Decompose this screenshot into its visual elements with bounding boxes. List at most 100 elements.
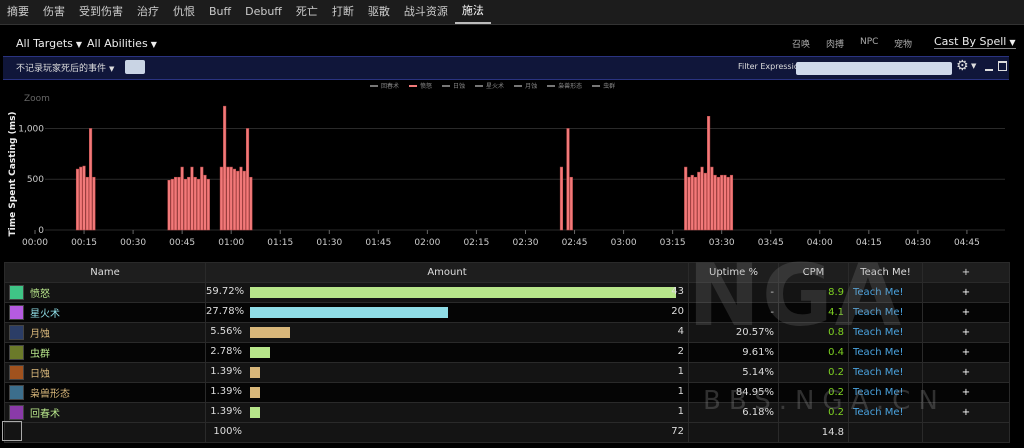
tab-11[interactable]: 施法 bbox=[454, 0, 491, 24]
solar-eclipse-icon bbox=[9, 365, 24, 380]
chart-bar bbox=[700, 166, 704, 231]
all-targets-label: All Targets bbox=[16, 37, 73, 50]
x-tick-label: 02:30 bbox=[513, 238, 539, 248]
x-tick-label: 00:00 bbox=[22, 238, 48, 248]
filter-apply-button[interactable] bbox=[125, 60, 145, 74]
chart-bar bbox=[190, 166, 194, 231]
totals-amount: 100% 72 bbox=[205, 422, 689, 443]
col-header-name[interactable]: Name bbox=[4, 262, 206, 283]
expand-button[interactable]: + bbox=[922, 302, 1010, 323]
x-tick-label: 02:45 bbox=[562, 238, 588, 248]
y-tick-label: 500 bbox=[27, 175, 44, 185]
x-tick-label: 02:00 bbox=[414, 238, 440, 248]
gear-icon[interactable]: ⚙ bbox=[956, 58, 969, 74]
cell-name: 愤怒 bbox=[4, 282, 206, 303]
cast-count: 43 bbox=[671, 286, 684, 297]
chevron-down-icon[interactable]: ▼ bbox=[971, 62, 976, 70]
chart-bar bbox=[710, 166, 714, 231]
y-axis-label: Time Spent Casting (ms) bbox=[8, 111, 18, 236]
chart-bar bbox=[245, 128, 250, 231]
tab-4[interactable]: 仇恨 bbox=[166, 0, 202, 24]
spell-name[interactable]: 虫群 bbox=[30, 345, 50, 360]
amount-bar bbox=[250, 367, 260, 378]
spell-name[interactable]: 枭兽形态 bbox=[30, 385, 70, 400]
chart-bar bbox=[79, 166, 83, 231]
x-tick-label: 01:00 bbox=[218, 238, 244, 248]
zoom-label[interactable]: Zoom bbox=[24, 94, 50, 104]
cell-name: 星火术 bbox=[4, 302, 206, 323]
cell-amount: 5.56% 4 bbox=[205, 322, 689, 343]
spell-name[interactable]: 星火术 bbox=[30, 305, 60, 320]
cell-uptime: 5.14% bbox=[688, 362, 779, 383]
expand-button[interactable]: + bbox=[922, 322, 1010, 343]
tab-6[interactable]: Debuff bbox=[238, 0, 289, 24]
chart-bar bbox=[180, 166, 184, 231]
table-row[interactable]: 日蚀 1.39% 1 5.14% 0.2 Teach Me! + bbox=[4, 362, 1010, 383]
event-filter-dropdown[interactable]: 不记录玩家死后的事件 ▼ bbox=[16, 61, 114, 74]
x-tick-label: 01:15 bbox=[267, 238, 293, 248]
amount-bar bbox=[250, 287, 676, 298]
chart-bar bbox=[89, 128, 93, 231]
cell-name: 虫群 bbox=[4, 342, 206, 363]
expand-button[interactable]: + bbox=[922, 342, 1010, 363]
tab-2[interactable]: 受到伤害 bbox=[72, 0, 130, 24]
expand-button[interactable]: + bbox=[922, 282, 1010, 303]
cast-by-spell-dropdown[interactable]: Cast By Spell ▼ bbox=[934, 35, 1016, 49]
teach-me-link[interactable]: Teach Me! bbox=[848, 362, 923, 383]
chart-bar bbox=[167, 179, 171, 231]
maximize-icon[interactable] bbox=[998, 61, 1007, 71]
tab-5[interactable]: Buff bbox=[202, 0, 238, 24]
cast-count: 2 bbox=[677, 346, 684, 357]
chart-bar bbox=[693, 176, 698, 231]
amount-bar bbox=[250, 347, 270, 358]
amount-percent: 59.72% bbox=[206, 286, 245, 297]
col-header-amount[interactable]: Amount bbox=[205, 262, 689, 283]
x-tick-label: 04:45 bbox=[954, 238, 980, 248]
chart-bar bbox=[690, 174, 694, 231]
spell-name[interactable]: 日蚀 bbox=[30, 365, 50, 380]
chart-bar bbox=[170, 178, 174, 231]
x-tick-label: 01:30 bbox=[316, 238, 342, 248]
chart-bar bbox=[703, 172, 707, 231]
filter-pets-link[interactable]: 宠物 bbox=[894, 37, 912, 50]
amount-percent: 5.56% bbox=[210, 326, 242, 337]
insect-swarm-icon bbox=[9, 345, 24, 360]
minimize-icon[interactable] bbox=[985, 69, 993, 71]
spell-name[interactable]: 回春术 bbox=[30, 405, 60, 420]
spell-name[interactable]: 月蚀 bbox=[30, 325, 50, 340]
chart-bar bbox=[249, 176, 253, 231]
chart-bar bbox=[232, 168, 237, 231]
chart-bar bbox=[223, 105, 227, 231]
chart-bar bbox=[226, 166, 230, 231]
totals-row: 100% 72 14.8 bbox=[4, 422, 1010, 443]
tab-1[interactable]: 伤害 bbox=[36, 0, 72, 24]
tab-0[interactable]: 摘要 bbox=[0, 0, 36, 24]
filter-expression-input[interactable] bbox=[796, 62, 952, 75]
tab-9[interactable]: 驱散 bbox=[361, 0, 397, 24]
expand-button[interactable]: + bbox=[922, 362, 1010, 383]
chart-bar bbox=[713, 174, 717, 231]
tab-8[interactable]: 打断 bbox=[325, 0, 361, 24]
cell-amount: 2.78% 2 bbox=[205, 342, 689, 363]
all-targets-dropdown[interactable]: All Targets ▼ bbox=[16, 37, 82, 50]
cell-name: 回春术 bbox=[4, 402, 206, 423]
all-abilities-dropdown[interactable]: All Abilities ▼ bbox=[87, 37, 157, 50]
tab-7[interactable]: 死亡 bbox=[289, 0, 325, 24]
filter-melee-link[interactable]: 肉搏 bbox=[826, 37, 844, 50]
chart-bar bbox=[229, 166, 233, 231]
filter-npc-link[interactable]: NPC bbox=[860, 37, 878, 47]
y-tick-label: 1,000 bbox=[18, 124, 44, 134]
chart-bar bbox=[726, 176, 730, 231]
tab-10[interactable]: 战斗资源 bbox=[397, 0, 455, 24]
tab-3[interactable]: 治疗 bbox=[130, 0, 166, 24]
spell-name[interactable]: 愤怒 bbox=[30, 285, 50, 300]
amount-percent: 1.39% bbox=[210, 386, 242, 397]
chart-bar bbox=[566, 128, 570, 231]
cell-name: 日蚀 bbox=[4, 362, 206, 383]
chart-bar bbox=[206, 178, 210, 231]
col-header-plus[interactable]: + bbox=[922, 262, 1010, 283]
cell-name: 月蚀 bbox=[4, 322, 206, 343]
chart-bar bbox=[174, 176, 178, 231]
filter-summons-link[interactable]: 召唤 bbox=[792, 37, 810, 50]
qr-code-icon[interactable] bbox=[2, 421, 22, 441]
